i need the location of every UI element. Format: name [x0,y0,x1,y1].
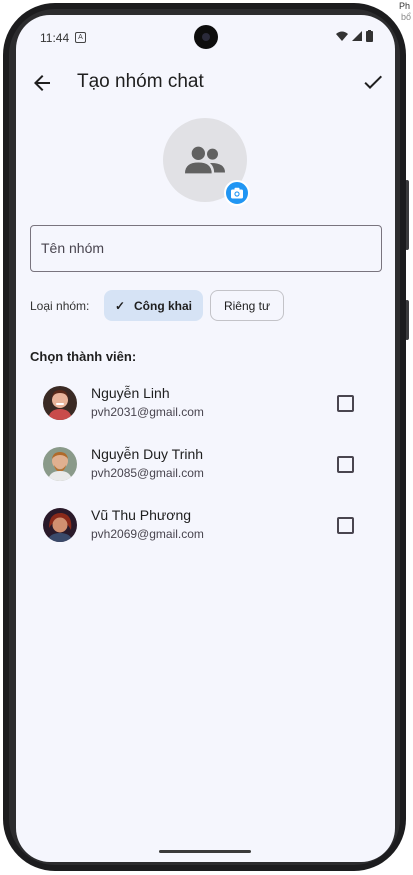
member-email: pvh2031@gmail.com [91,405,204,419]
member-row[interactable]: Nguyễn Duy Trinh pvh2085@gmail.com [16,443,395,487]
member-checkbox[interactable] [337,517,354,534]
member-checkbox[interactable] [337,395,354,412]
page-title: Tạo nhóm chat [77,71,204,92]
member-row[interactable]: Nguyễn Linh pvh2031@gmail.com [16,382,395,426]
chip-private[interactable]: Riêng tư [210,290,284,321]
member-email: pvh2069@gmail.com [91,527,204,541]
signal-icon [352,31,362,41]
avatar [43,386,77,420]
status-time: 11:44 [40,31,70,45]
avatar [43,508,77,542]
member-name: Nguyễn Linh [91,385,170,401]
member-row[interactable]: Vũ Thu Phương pvh2069@gmail.com [16,504,395,548]
notification-icon: A [75,32,86,43]
change-photo-button[interactable] [224,180,250,206]
group-type-label: Loại nhóm: [30,299,90,313]
battery-icon [366,30,373,42]
chip-private-label: Riêng tư [223,298,271,313]
side-text-1: Ph [399,1,411,11]
back-button[interactable] [30,71,54,95]
side-text-2: bổ [401,12,412,22]
group-name-field[interactable]: Tên nhóm [30,225,382,272]
wifi-icon [336,31,348,41]
status-icons [336,30,373,42]
members-section-title: Chọn thành viên: [30,349,137,364]
chip-public-label: Công khai [134,298,193,313]
member-name: Vũ Thu Phương [91,507,192,523]
confirm-button[interactable] [361,70,385,94]
check-icon [364,75,382,89]
chip-public[interactable]: ✓ Công khai [104,290,203,321]
camera-icon [231,187,243,199]
check-icon: ✓ [114,298,126,313]
member-name: Nguyễn Duy Trinh [91,446,204,462]
group-name-placeholder: Tên nhóm [41,240,105,256]
member-checkbox[interactable] [337,456,354,473]
group-icon [185,146,225,174]
group-avatar[interactable] [163,118,250,206]
member-email: pvh2085@gmail.com [91,466,204,480]
phone-screen: 11:44 A Tạo nhóm chat Tên nhóm Loại nhóm… [16,15,395,862]
front-camera [194,25,218,49]
avatar [43,447,77,481]
arrow-back-icon [34,75,50,91]
home-indicator[interactable] [159,850,251,853]
app-bar: Tạo nhóm chat [16,67,395,99]
